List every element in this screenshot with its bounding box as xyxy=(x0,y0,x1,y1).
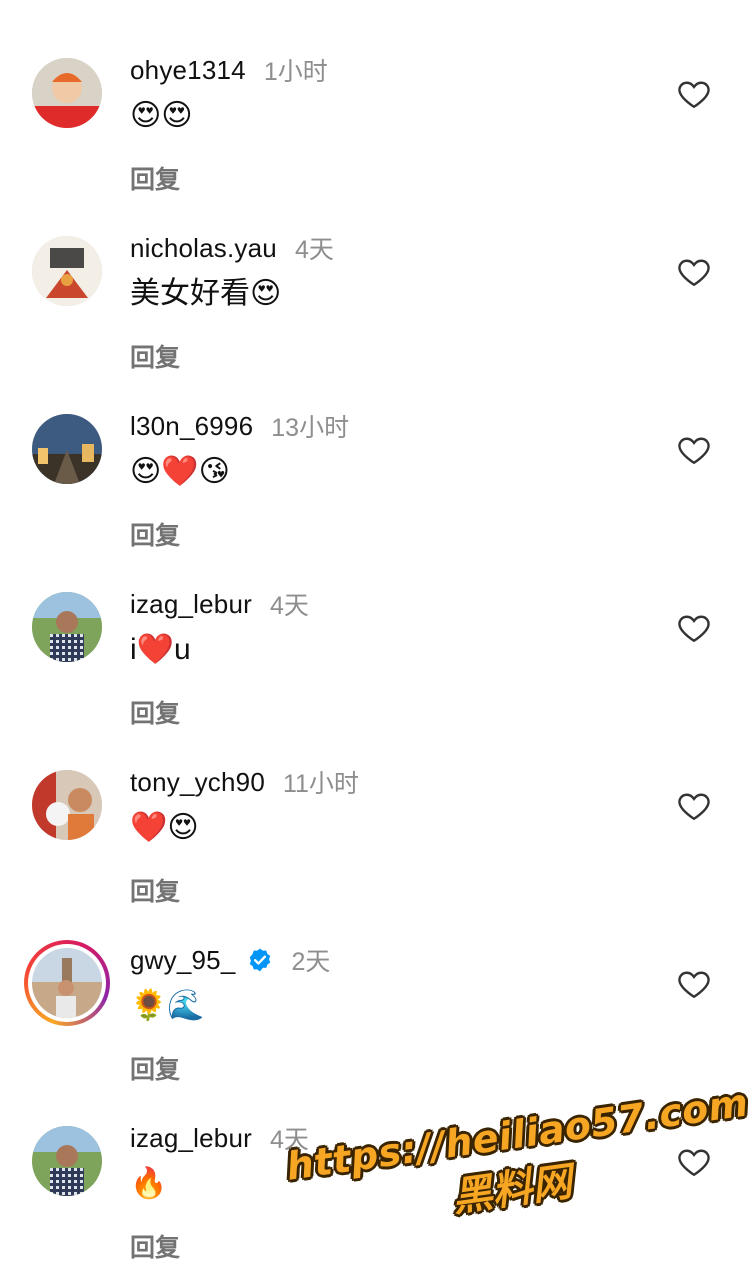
comment-text: 🌻🌊 xyxy=(130,989,205,1022)
heart-outline-icon[interactable] xyxy=(676,432,712,468)
comment-item: ohye1314 1小时 😍😍 回复 xyxy=(0,40,750,218)
heart-outline-icon[interactable] xyxy=(676,966,712,1002)
reply-button[interactable]: 回复 xyxy=(130,160,180,196)
username[interactable]: l30n_6996 xyxy=(130,411,253,442)
timestamp: 2天 xyxy=(291,948,331,976)
reply-button[interactable]: 回复 xyxy=(130,338,180,374)
heart-outline-icon[interactable] xyxy=(676,1144,712,1180)
timestamp: 4天 xyxy=(294,236,334,264)
avatar[interactable] xyxy=(32,236,102,306)
username[interactable]: izag_lebur xyxy=(130,1123,252,1154)
comment-item: nicholas.yau 4天 美女好看😍 回复 xyxy=(0,218,750,396)
heart-outline-icon[interactable] xyxy=(676,254,712,290)
timestamp: 13小时 xyxy=(271,414,350,442)
heart-outline-icon[interactable] xyxy=(676,788,712,824)
avatar xyxy=(32,948,102,1018)
timestamp: 4天 xyxy=(269,592,309,620)
reply-button[interactable]: 回复 xyxy=(130,1050,180,1086)
comment-text: 美女好看😍 xyxy=(130,277,282,310)
comment-text: 😍❤️😘 xyxy=(130,455,230,488)
reply-button[interactable]: 回复 xyxy=(130,516,180,552)
avatar[interactable] xyxy=(32,770,102,840)
avatar[interactable] xyxy=(32,58,102,128)
username[interactable]: izag_lebur xyxy=(130,589,252,620)
comment-item: gwy_95_ 2天 🌻🌊 回复 xyxy=(0,930,750,1108)
timestamp: 11小时 xyxy=(282,770,359,798)
comment-item: l30n_6996 13小时 😍❤️😘 回复 xyxy=(0,396,750,574)
heart-outline-icon[interactable] xyxy=(676,610,712,646)
comment-item: izag_lebur 4天 i❤️u 回复 xyxy=(0,574,750,752)
username[interactable]: ohye1314 xyxy=(130,55,246,86)
reply-button[interactable]: 回复 xyxy=(130,872,180,908)
avatar[interactable] xyxy=(32,414,102,484)
avatar-story-ring[interactable] xyxy=(24,940,110,1026)
reply-button[interactable]: 回复 xyxy=(130,1228,180,1264)
timestamp: 4天 xyxy=(269,1126,309,1154)
avatar[interactable] xyxy=(32,592,102,662)
comment-text: ❤️😍 xyxy=(130,811,199,844)
username[interactable]: tony_ych90 xyxy=(130,767,265,798)
comment-item: tony_ych90 11小时 ❤️😍 回复 xyxy=(0,752,750,930)
timestamp: 1小时 xyxy=(263,58,328,86)
comment-item: izag_lebur 4天 🔥 回复 xyxy=(0,1108,750,1286)
comment-text: 🔥 xyxy=(130,1167,168,1200)
comment-text: i❤️u xyxy=(130,633,191,666)
username[interactable]: gwy_95_ xyxy=(130,945,235,976)
heart-outline-icon[interactable] xyxy=(676,76,712,112)
verified-badge-icon xyxy=(250,948,271,972)
reply-button[interactable]: 回复 xyxy=(130,694,180,730)
username[interactable]: nicholas.yau xyxy=(130,233,277,264)
comment-text: 😍😍 xyxy=(130,99,193,132)
avatar[interactable] xyxy=(32,1126,102,1196)
